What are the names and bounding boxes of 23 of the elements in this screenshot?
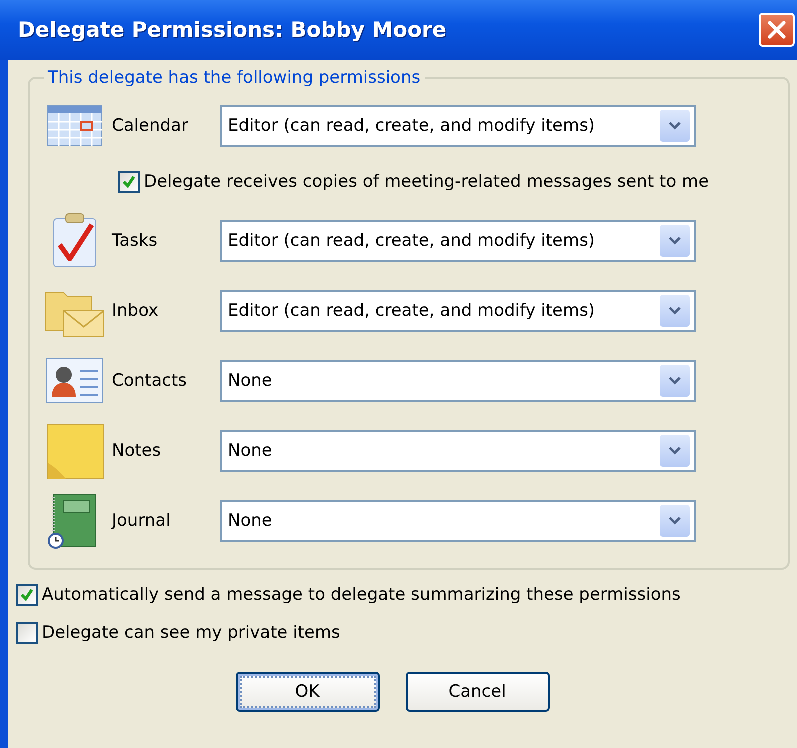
group-legend: This delegate has the following permissions: [44, 68, 425, 88]
meeting-copies-checkbox[interactable]: Delegate receives copies of meeting-related messages sent to me: [44, 158, 788, 206]
checkmark-icon: [19, 587, 35, 603]
permission-dropdown[interactable]: None: [220, 430, 696, 472]
permission-dropdown[interactable]: Editor (can read, create, and modify items): [220, 290, 696, 332]
ok-button[interactable]: OK: [236, 672, 380, 712]
window-title: Delegate Permissions: Bobby Moore: [18, 18, 447, 42]
permission-dropdown[interactable]: Editor (can read, create, and modify items): [220, 105, 696, 147]
close-button[interactable]: [759, 13, 795, 47]
folder-label: Journal: [110, 511, 172, 531]
close-icon: [766, 19, 788, 41]
folder-label: Inbox: [111, 301, 160, 321]
folder-label: Notes: [111, 441, 162, 461]
permission-dropdown[interactable]: None: [220, 360, 696, 402]
permission-dropdown[interactable]: None: [220, 500, 696, 542]
option-checkbox[interactable]: Automatically send a message to delegate summarizing these permissions: [16, 576, 797, 614]
folder-label: Contacts: [111, 371, 188, 391]
folder-label: Calendar: [111, 116, 190, 136]
folder-label: Tasks: [111, 231, 159, 251]
cancel-button[interactable]: Cancel: [406, 672, 550, 712]
checkmark-icon: [121, 174, 137, 190]
option-checkbox[interactable]: Delegate can see my private items: [16, 614, 797, 652]
permission-dropdown[interactable]: Editor (can read, create, and modify items): [220, 220, 696, 262]
